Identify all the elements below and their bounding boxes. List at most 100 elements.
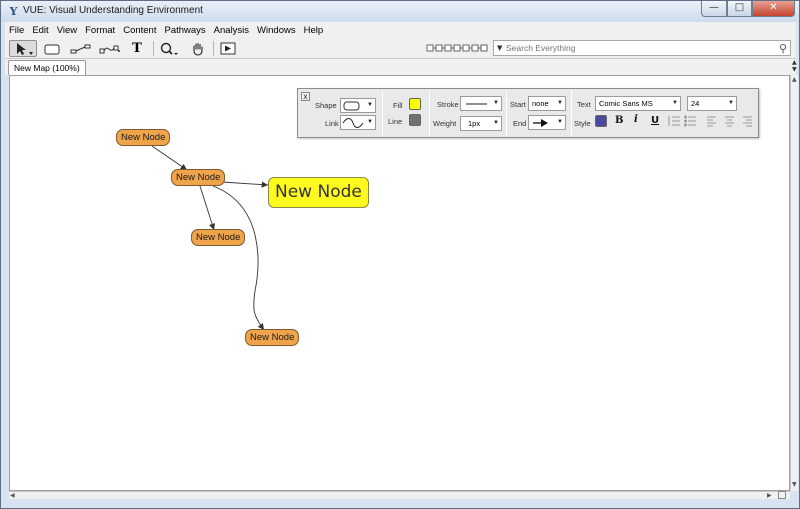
rounded-rect-icon [44,44,60,54]
map-node[interactable]: New Node [191,229,246,246]
font-family-combo[interactable]: Comic Sans MS ▼ [595,96,681,111]
link-n2-n3[interactable] [199,185,216,231]
zoom-tool-button[interactable] [159,40,181,57]
format-palette: x Shape ▼ Link ▼ Fill Line Stroke ▼ Weig… [297,88,759,138]
menu-help[interactable]: Help [300,25,328,36]
maximize-button[interactable]: □ [727,1,752,17]
menu-file[interactable]: File [5,25,28,36]
start-label: Start [510,100,526,109]
palette-separator [571,91,572,136]
rounded-rect-icon [343,101,360,111]
font-family-value: Comic Sans MS [599,99,653,108]
search-box[interactable]: ▼ ⚲ [493,40,791,56]
bullet-list-icon [684,115,696,127]
curved-link-icon [99,45,120,53]
tab-scroll-arrows-icon[interactable]: ▲ ▼ [792,59,797,73]
weight-label: Weight [433,119,457,128]
text-tool-button[interactable]: T [128,40,146,57]
play-icon [220,42,236,55]
stroke-combo[interactable]: ▼ [460,96,502,111]
map-node-selected[interactable]: New Node [268,177,369,208]
node-tool-button[interactable] [41,40,63,57]
weight-value: 1px [468,119,481,128]
hand-icon [193,42,203,56]
menu-content[interactable]: Content [119,25,160,36]
font-size-value: 24 [691,99,700,108]
palette-separator [429,91,430,136]
link-tool-button[interactable] [69,40,93,57]
map-node[interactable]: New Node [171,169,226,186]
text-color-swatch[interactable] [595,115,607,127]
scroll-right-arrow-icon[interactable]: ▶ [767,492,772,500]
link-line-icon [70,44,91,53]
palette-separator [506,91,507,136]
map-node[interactable]: New Node [116,129,171,146]
arrow-end-icon [533,119,548,127]
dashed-path-icon [426,44,488,52]
numbered-list-icon [668,116,680,126]
search-icon[interactable]: ⚲ [779,42,787,55]
hand-tool-button[interactable] [189,40,207,57]
palette-close-button[interactable]: x [301,92,310,101]
scroll-up-arrow-icon[interactable]: ▲ [792,76,797,84]
menu-edit[interactable]: Edit [28,25,52,36]
style-label: Style [574,119,591,128]
map-node[interactable]: New Node [245,329,300,346]
vue-logo-icon: Y [9,5,18,18]
align-center-icon [725,116,734,127]
scroll-down-arrow-icon[interactable]: ▼ [792,481,797,489]
italic-button[interactable]: i [634,114,638,125]
link-n2-n4[interactable] [212,185,265,331]
menu-windows[interactable]: Windows [253,25,300,36]
search-input[interactable] [506,42,766,54]
toolbar-separator [213,41,214,56]
start-arrow-combo[interactable]: none ▼ [528,96,566,111]
toolbar: T ▼ Search Everything ⚲ [5,38,796,59]
link-label: Link [325,119,339,128]
link-n1-n2[interactable] [151,145,188,171]
start-value: none [532,99,549,108]
scroll-corner [778,491,786,499]
weight-combo[interactable]: 1px ▼ [460,116,502,131]
end-arrow-combo[interactable]: ▼ [528,115,566,130]
menu-bar: File Edit View Format Content Pathways A… [5,22,796,38]
wave-link-icon [342,118,364,128]
presentation-button[interactable] [219,40,237,57]
close-button[interactable]: ✕ [752,1,795,17]
line-label: Line [388,117,403,126]
text-label: Text [577,100,591,109]
menu-view[interactable]: View [53,25,81,36]
stroke-label: Stroke [437,100,459,109]
toolbar-separator [153,41,154,56]
stroke-line-icon [466,103,487,105]
scroll-left-arrow-icon[interactable]: ◀ [10,492,15,500]
menu-pathways[interactable]: Pathways [160,25,209,36]
menu-analysis[interactable]: Analysis [210,25,253,36]
list-align-icons [668,115,752,127]
link-shape-combo[interactable]: ▼ [340,115,376,130]
shape-combo[interactable]: ▼ [340,98,376,113]
shape-label: Shape [315,101,337,110]
text-t-icon: T [132,41,142,56]
arrow-pointer-icon [17,42,33,55]
horizontal-scrollbar[interactable]: ◀ ▶ [9,491,790,499]
window-title: VUE: Visual Understanding Environment [23,5,203,16]
bold-button[interactable]: B [615,115,623,126]
tab-strip: New Map (100%) [5,59,796,75]
palette-separator [382,91,383,136]
app-window: Y VUE: Visual Understanding Environment … [0,0,800,509]
end-label: End [513,119,527,128]
minimize-button[interactable]: — [701,1,727,17]
menu-format[interactable]: Format [81,25,119,36]
curved-link-tool-button[interactable] [98,40,122,57]
line-color-swatch[interactable] [409,114,421,126]
align-left-icon [707,116,716,127]
search-options-caret-icon[interactable]: ▼ [497,44,502,52]
font-size-combo[interactable]: 24 ▼ [687,96,737,111]
tab-new-map[interactable]: New Map (100%) [8,60,86,75]
vertical-scrollbar[interactable]: ▲ ▼ [790,75,798,491]
link-n2-big[interactable] [221,181,269,188]
fill-color-swatch[interactable] [409,98,421,110]
underline-button[interactable]: U [651,115,659,126]
selection-tool-button[interactable] [9,40,37,57]
